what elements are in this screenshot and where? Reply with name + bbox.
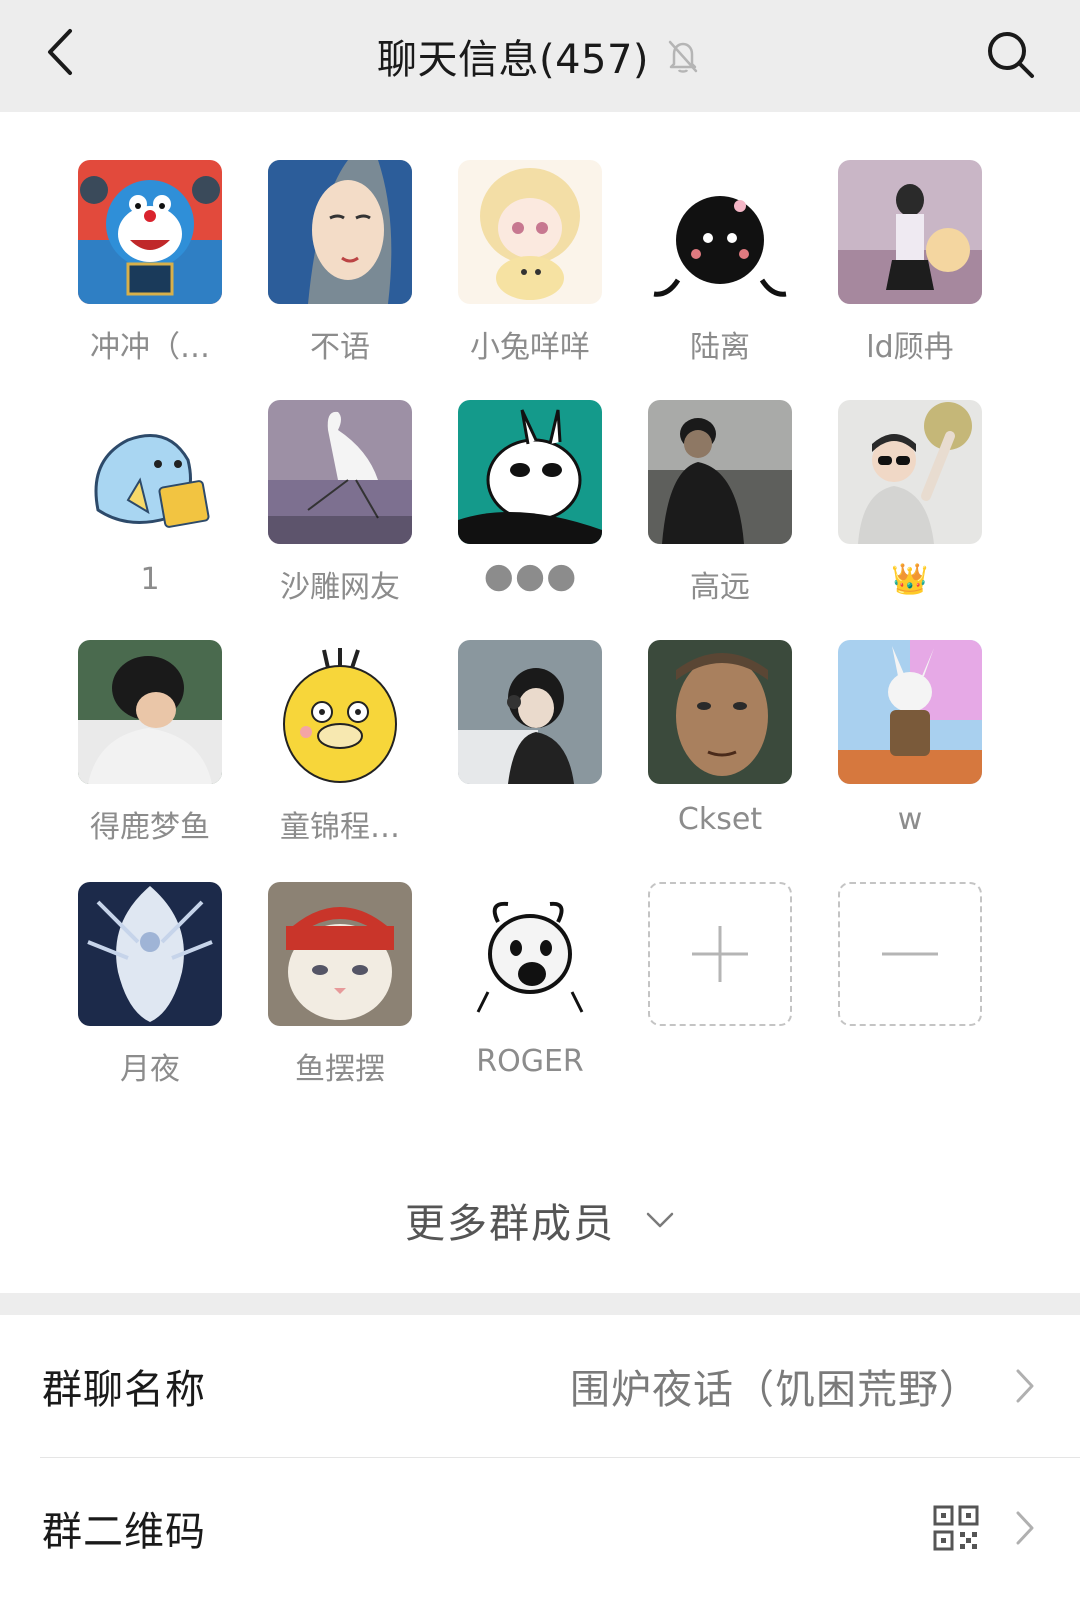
member-item[interactable]: Ckset [623, 640, 817, 860]
member-item[interactable]: ld顾冉 [813, 160, 1007, 380]
member-name: ld顾冉 [866, 330, 954, 365]
member-item[interactable]: 鱼摆摆 [243, 882, 437, 1102]
member-item[interactable]: 1 [53, 400, 247, 620]
member-name: 沙雕网友 [280, 570, 400, 605]
member-item[interactable]: 童锦程… [243, 640, 437, 860]
man-face-avatar [648, 640, 792, 784]
member-item[interactable]: 不语 [243, 160, 437, 380]
girl-headphones-avatar [458, 640, 602, 784]
member-item[interactable]: w [813, 640, 1007, 860]
plus-icon [692, 926, 748, 982]
member-item[interactable]: 月夜 [53, 882, 247, 1102]
add-member-item[interactable] [623, 882, 817, 1102]
member-item[interactable] [433, 640, 627, 860]
page-title: 聊天信息(457) [376, 37, 650, 83]
egret-avatar [268, 400, 412, 544]
man-seaside-avatar [648, 400, 792, 544]
remove-member-button[interactable] [838, 882, 982, 1026]
group-qr-row[interactable]: 群二维码 [0, 1457, 1080, 1599]
boy-helmet-avatar [78, 640, 222, 784]
remove-member-item[interactable] [813, 882, 1007, 1102]
more-members-button[interactable]: 更多群成员 [0, 1190, 1080, 1250]
chevron-right-icon [1010, 1366, 1040, 1406]
psyduck-avatar [268, 640, 412, 784]
add-member-button[interactable] [648, 882, 792, 1026]
bell-off-icon [663, 36, 703, 76]
member-item[interactable]: 陆离 [623, 160, 817, 380]
white-dragon-avatar [78, 882, 222, 1026]
member-item[interactable]: 高远 [623, 400, 817, 620]
member-name: 🌑🌑🌑 [483, 562, 577, 597]
cartoon-rabbit-teal-avatar [458, 400, 602, 544]
top-bar: 聊天信息(457) [0, 0, 1080, 112]
member-name: w [897, 802, 923, 837]
member-item[interactable]: 🌑🌑🌑 [433, 400, 627, 620]
group-name-label: 群聊名称 [42, 1367, 206, 1413]
member-name: 陆离 [690, 330, 750, 365]
member-item[interactable]: ROGER [433, 882, 627, 1102]
member-name: 鱼摆摆 [295, 1052, 385, 1087]
more-members-label: 更多群成员 [405, 1201, 615, 1247]
member-name: 冲冲（… [90, 330, 210, 365]
section-divider [0, 1293, 1080, 1315]
member-name: 童锦程… [280, 810, 400, 845]
member-name: 1 [140, 562, 160, 597]
member-name: 不语 [310, 330, 370, 365]
search-button[interactable] [980, 24, 1040, 84]
minus-icon [882, 952, 938, 956]
member-name: 小兔咩咩 [470, 330, 590, 365]
cat-bandana-avatar [268, 882, 412, 1026]
member-name: 👑 [891, 562, 929, 597]
member-name: Ckset [677, 802, 763, 837]
anime-girl-avatar [458, 160, 602, 304]
member-item[interactable]: 👑 [813, 400, 1007, 620]
member-name: 月夜 [120, 1052, 180, 1087]
group-name-row[interactable]: 群聊名称 围炉夜话（饥困荒野） [0, 1315, 1080, 1457]
girl-sunset-avatar [838, 160, 982, 304]
member-item[interactable]: 沙雕网友 [243, 400, 437, 620]
chevron-down-icon [646, 1212, 674, 1228]
search-icon [988, 32, 1034, 78]
group-name-value: 围炉夜话（饥困荒野） [570, 1367, 980, 1413]
doraemon-avatar [78, 160, 222, 304]
member-name: 高远 [690, 570, 750, 605]
title-group: 聊天信息(457) [0, 0, 1080, 112]
child-sunglasses-avatar [838, 400, 982, 544]
member-item[interactable]: 小兔咩咩 [433, 160, 627, 380]
group-qr-label: 群二维码 [42, 1509, 206, 1555]
member-name: 得鹿梦鱼 [90, 810, 210, 845]
chevron-right-icon [1010, 1508, 1040, 1548]
sketch-dog-avatar [458, 882, 602, 1026]
member-item[interactable]: 冲冲（… [53, 160, 247, 380]
member-item[interactable]: 得鹿梦鱼 [53, 640, 247, 860]
blue-dolphin-chips-avatar [78, 400, 222, 544]
blue-hair-girl-avatar [268, 160, 412, 304]
rabbit-soldier-avatar [838, 640, 982, 784]
black-fuzzball-avatar [648, 160, 792, 304]
qr-code-icon [933, 1505, 979, 1551]
member-name: ROGER [476, 1044, 584, 1079]
